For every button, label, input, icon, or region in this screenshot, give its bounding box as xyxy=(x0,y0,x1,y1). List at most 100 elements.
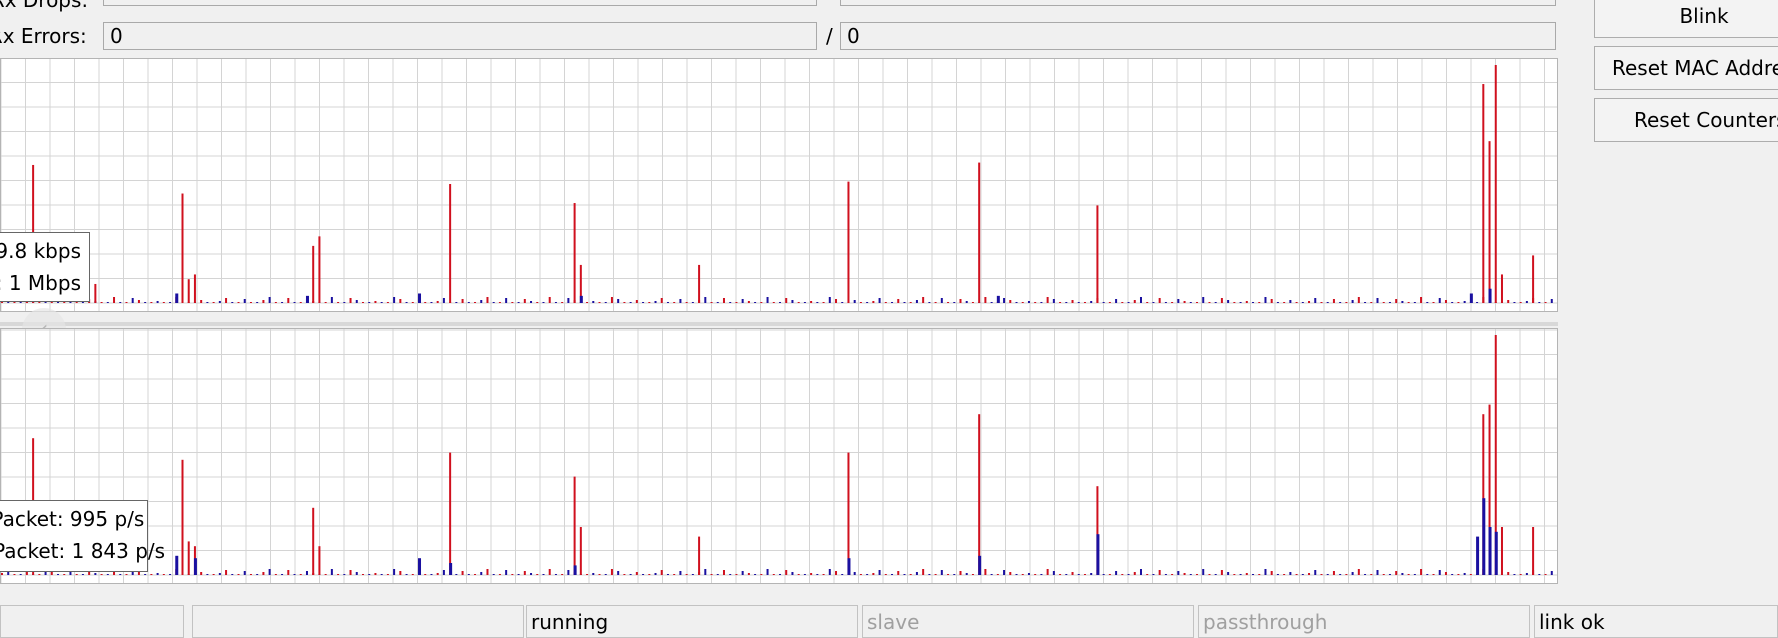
baseline-bar xyxy=(928,302,931,303)
baseline-bar xyxy=(1388,574,1391,575)
baseline-bar xyxy=(629,302,632,303)
baseline-bar xyxy=(1525,573,1528,575)
baseline-bar xyxy=(368,574,371,575)
baseline-bar xyxy=(1189,302,1192,303)
blink-button[interactable]: Blink xyxy=(1594,0,1778,38)
baseline-bar xyxy=(1046,297,1049,303)
baseline-bar xyxy=(249,574,252,575)
baseline-bar xyxy=(1550,299,1553,303)
baseline-bar xyxy=(666,302,669,303)
baseline-bar xyxy=(760,302,763,303)
baseline-bar xyxy=(225,570,228,575)
baseline-bar xyxy=(498,302,501,303)
baseline-bar xyxy=(1065,302,1068,303)
baseline-bar xyxy=(517,574,520,575)
baseline-bar xyxy=(1420,297,1423,303)
errors-separator: / xyxy=(826,24,833,48)
baseline-bar xyxy=(1034,574,1037,575)
baseline-bar xyxy=(374,573,377,575)
baseline-bar xyxy=(1513,574,1516,575)
baseline-bar xyxy=(1015,574,1018,575)
baseline-bar xyxy=(940,298,943,303)
baseline-bar xyxy=(330,569,333,575)
baseline-bar xyxy=(897,299,900,303)
tx-bar xyxy=(996,295,1000,303)
baseline-bar xyxy=(1339,302,1342,303)
drops-rx-field[interactable] xyxy=(840,0,1556,6)
baseline-bar xyxy=(1220,570,1223,575)
baseline-bar xyxy=(1177,299,1180,303)
baseline-bar xyxy=(492,574,495,575)
baseline-bar xyxy=(200,572,203,575)
drops-tx-field[interactable] xyxy=(103,0,817,6)
rx-bar xyxy=(187,279,190,303)
baseline-bar xyxy=(554,302,557,303)
baseline-bar xyxy=(1519,302,1522,303)
errors-rx-field[interactable]: 0 xyxy=(840,22,1556,50)
rx-bar xyxy=(1500,274,1503,303)
errors-tx-field[interactable]: 0 xyxy=(103,22,817,50)
packet-chart-canvas xyxy=(1,329,1557,583)
baseline-bar xyxy=(1538,302,1541,303)
tx-bar xyxy=(579,295,583,303)
baseline-bar xyxy=(635,572,638,575)
reset-counters-button[interactable]: Reset Counters xyxy=(1594,98,1778,142)
baseline-bar xyxy=(729,302,732,303)
traffic-legend-rx: Rx: 1 Mbps xyxy=(0,271,81,295)
baseline-bar xyxy=(1171,302,1174,303)
baseline-bar xyxy=(1083,574,1086,575)
baseline-bar xyxy=(1345,574,1348,575)
baseline-bar xyxy=(1220,298,1223,303)
baseline-bar xyxy=(399,299,402,303)
baseline-bar xyxy=(1519,574,1522,575)
baseline-bar xyxy=(598,302,601,303)
baseline-bar xyxy=(511,302,514,303)
rx-bar xyxy=(181,193,184,303)
baseline-bar xyxy=(947,302,950,303)
baseline-bar xyxy=(1183,573,1186,575)
baseline-bar xyxy=(1108,302,1111,303)
baseline-bar xyxy=(915,572,918,575)
baseline-bar xyxy=(1382,302,1385,303)
packet-legend-tx: Tx Packet: 995 p/s xyxy=(0,507,145,531)
baseline-bar xyxy=(137,300,140,303)
baseline-bar xyxy=(1289,300,1292,303)
baseline-bar xyxy=(1245,573,1248,575)
baseline-bar xyxy=(909,302,912,303)
baseline-bar xyxy=(1164,574,1167,575)
rx-bar xyxy=(449,184,452,303)
baseline-bar xyxy=(57,302,60,303)
tx-bar xyxy=(573,565,577,575)
baseline-bar xyxy=(1146,302,1149,303)
baseline-bar xyxy=(411,302,414,303)
baseline-bar xyxy=(1326,302,1329,303)
baseline-bar xyxy=(1021,574,1024,575)
baseline-bar xyxy=(386,302,389,303)
baseline-bar xyxy=(1003,298,1006,303)
baseline-bar xyxy=(1115,571,1118,575)
baseline-bar xyxy=(287,570,290,575)
baseline-bar xyxy=(785,570,788,575)
baseline-bar xyxy=(803,302,806,303)
baseline-bar xyxy=(984,569,987,575)
baseline-bar xyxy=(542,302,545,303)
baseline-bar xyxy=(1538,574,1541,575)
baseline-bar xyxy=(822,574,825,575)
baseline-bar xyxy=(1376,570,1379,575)
baseline-bar xyxy=(1264,569,1267,575)
baseline-bar xyxy=(1127,302,1130,303)
baseline-bar xyxy=(1040,574,1043,575)
baseline-bar xyxy=(368,302,371,303)
baseline-bar xyxy=(816,302,819,303)
baseline-bar xyxy=(878,570,881,575)
baseline-bar xyxy=(554,574,557,575)
baseline-bar xyxy=(1177,571,1180,575)
baseline-bar xyxy=(971,302,974,303)
baseline-bar xyxy=(1059,302,1062,303)
baseline-bar xyxy=(430,574,433,575)
reset-mac-address-button[interactable]: Reset MAC Address xyxy=(1594,46,1778,90)
baseline-bar xyxy=(642,302,645,303)
packet-legend-rx: Rx Packet: 1 843 p/s xyxy=(0,539,165,563)
baseline-bar xyxy=(1301,302,1304,303)
baseline-bar xyxy=(256,302,259,303)
